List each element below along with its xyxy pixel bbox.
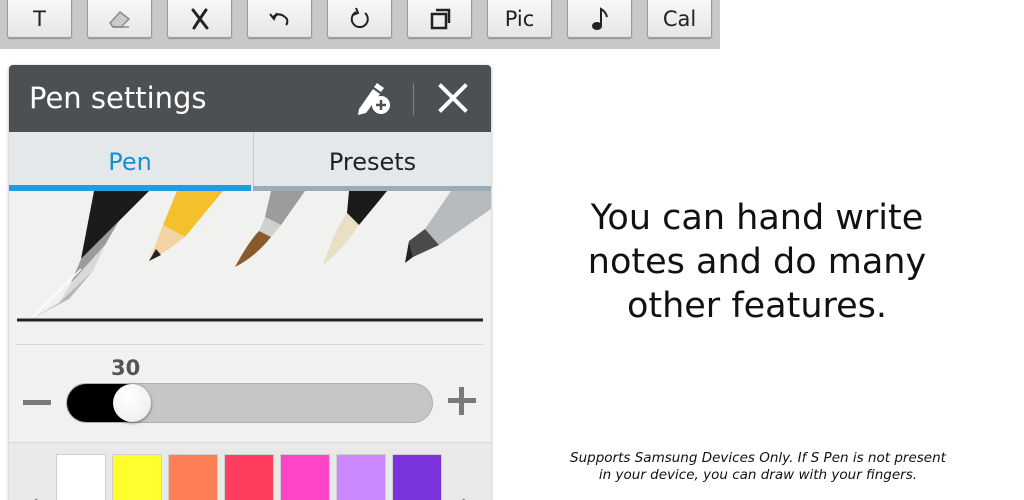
toolbar: T Pic Cal — [0, 0, 720, 49]
panel-title: Pen settings — [29, 81, 207, 115]
copy-button[interactable] — [407, 0, 472, 38]
ballpoint-pen-icon[interactable] — [31, 191, 149, 319]
tab-pen[interactable]: Pen — [9, 132, 251, 191]
pen-type-strip — [17, 191, 491, 322]
calendar-button[interactable]: Cal — [647, 0, 712, 38]
divider-line — [17, 344, 483, 345]
eraser-tool-button[interactable] — [87, 0, 152, 38]
color-swatch[interactable] — [224, 454, 274, 500]
music-note-icon — [591, 7, 608, 30]
decrease-size-button[interactable] — [23, 400, 51, 405]
copy-window-icon — [430, 8, 450, 30]
pen-settings-panel: Pen settings Pen Presets 30 — [9, 65, 491, 500]
close-icon — [438, 83, 468, 113]
slider-thumb[interactable] — [113, 384, 151, 422]
disclaimer-text: Supports Samsung Devices Only. If S Pen … — [570, 450, 946, 483]
increase-size-button[interactable] — [448, 387, 476, 415]
tab-presets[interactable]: Presets — [253, 132, 491, 191]
undo-icon — [268, 12, 288, 26]
panel-header: Pen settings — [9, 65, 491, 132]
color-swatch[interactable] — [168, 454, 218, 500]
eraser-icon — [108, 10, 130, 28]
cross-mark-icon — [191, 8, 208, 30]
promo-text: You can hand write notes and do many oth… — [587, 198, 927, 326]
color-swatch[interactable] — [56, 454, 106, 500]
color-palette — [9, 442, 491, 500]
text-tool-button[interactable]: T — [7, 0, 72, 38]
marker-icon[interactable] — [405, 191, 491, 263]
add-preset-button[interactable] — [353, 79, 395, 117]
header-divider — [413, 83, 414, 115]
text-tool-label: T — [33, 7, 46, 31]
close-button[interactable] — [434, 79, 472, 117]
brush-icon[interactable] — [235, 191, 305, 267]
color-swatch[interactable] — [112, 454, 162, 500]
delete-tool-button[interactable] — [167, 0, 232, 38]
picture-button-label: Pic — [504, 7, 535, 31]
calendar-button-label: Cal — [662, 7, 697, 31]
pen-add-icon — [358, 83, 390, 115]
redo-button[interactable] — [327, 0, 392, 38]
redo-icon — [350, 7, 369, 29]
tab-bar: Pen Presets — [9, 132, 491, 191]
picture-button[interactable]: Pic — [487, 0, 552, 38]
color-swatch[interactable] — [280, 454, 330, 500]
tab-presets-label: Presets — [328, 147, 417, 176]
color-swatch[interactable] — [336, 454, 386, 500]
pencil-icon[interactable] — [149, 191, 223, 261]
tab-pen-label: Pen — [108, 147, 152, 176]
calligraphy-brush-icon[interactable] — [323, 191, 387, 265]
color-swatch[interactable] — [392, 454, 442, 500]
pen-size-value: 30 — [111, 356, 141, 380]
undo-button[interactable] — [247, 0, 312, 38]
audio-button[interactable] — [567, 0, 632, 38]
